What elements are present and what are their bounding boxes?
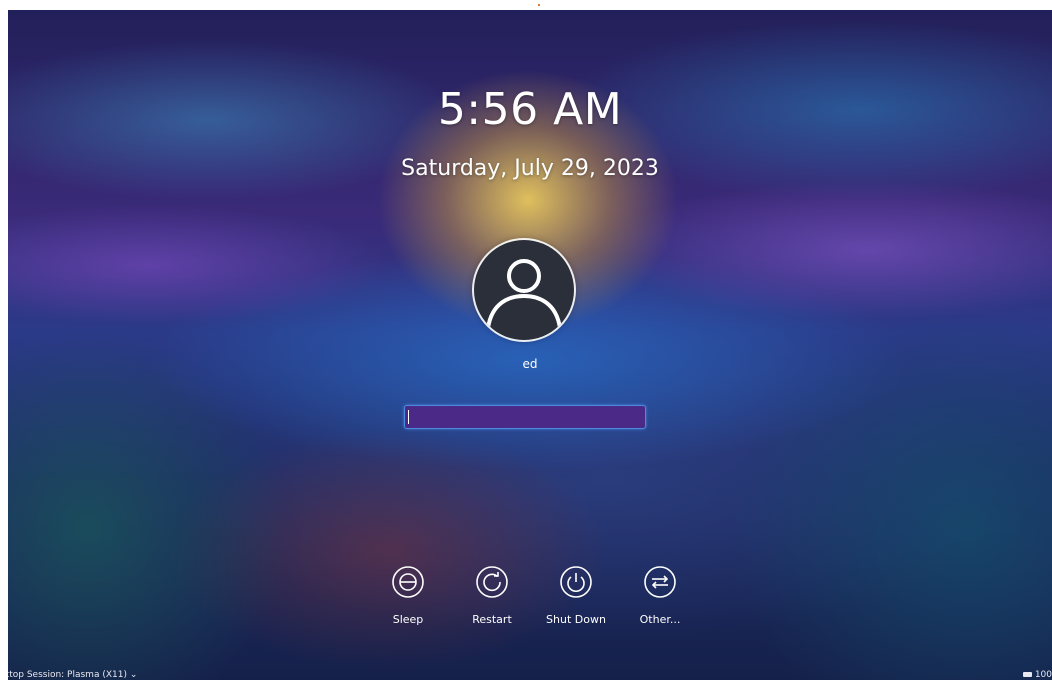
switch-user-icon <box>644 566 676 598</box>
other-label: Other... <box>639 613 681 626</box>
top-indicator-dot <box>538 4 540 6</box>
session-selector[interactable]: ktop Session: Plasma (X11) ⌄ <box>8 670 137 680</box>
battery-icon <box>1022 672 1032 677</box>
sleep-icon <box>392 566 424 598</box>
sleep-button[interactable]: Sleep <box>368 565 448 626</box>
restart-icon <box>476 566 508 598</box>
restart-button[interactable]: Restart <box>452 565 532 626</box>
shut-down-label: Shut Down <box>546 613 606 626</box>
power-actions: Sleep Restart Shut Down Other... <box>368 565 708 635</box>
battery-indicator: 100 <box>1022 670 1052 680</box>
sleep-label: Sleep <box>392 613 424 626</box>
restart-label: Restart <box>472 613 512 626</box>
clock-date: Saturday, July 29, 2023 <box>401 156 659 181</box>
other-button[interactable]: Other... <box>620 565 700 626</box>
shut-down-button[interactable]: Shut Down <box>536 565 616 626</box>
battery-level: 100 <box>1034 670 1052 680</box>
chevron-down-icon: ⌄ <box>129 670 138 680</box>
lock-screen: 5:56 AM Saturday, July 29, 2023 ed Sleep… <box>8 10 1052 680</box>
avatar[interactable] <box>474 240 574 340</box>
session-label: ktop Session: Plasma (X11) <box>8 670 127 680</box>
user-icon <box>486 259 562 330</box>
clock-time: 5:56 AM <box>437 84 623 135</box>
power-icon <box>560 566 592 598</box>
text-caret <box>408 410 409 424</box>
password-field[interactable] <box>404 405 646 429</box>
username-label: ed <box>522 357 538 371</box>
